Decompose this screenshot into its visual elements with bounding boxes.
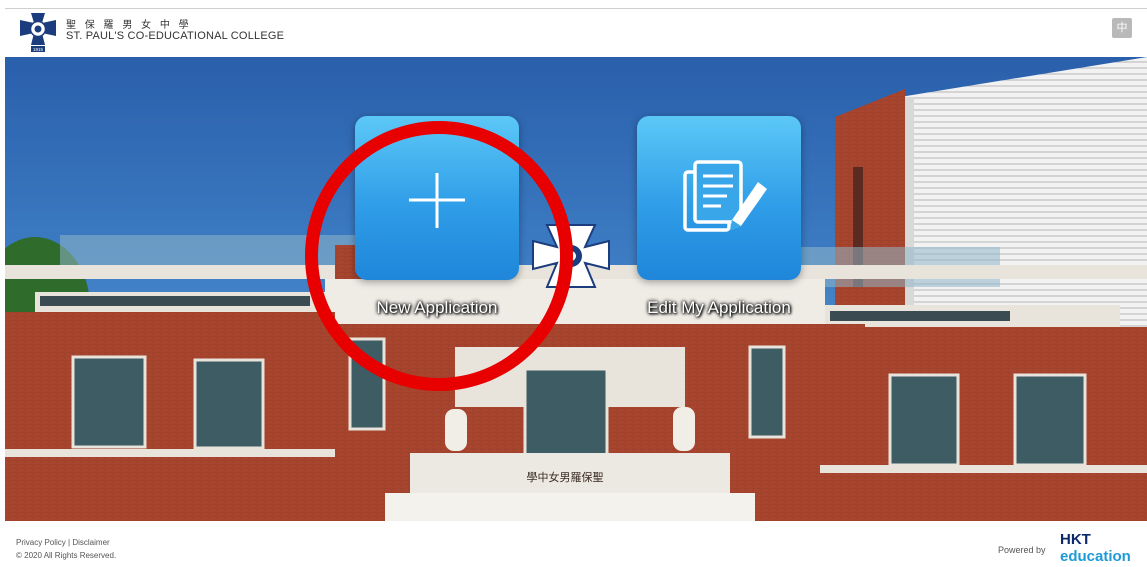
new-application-button[interactable] — [355, 116, 519, 280]
logo-year: 1915 — [33, 47, 44, 52]
school-name-en: ST. PAUL'S CO-EDUCATIONAL COLLEGE — [66, 30, 285, 42]
language-toggle-button[interactable]: 中 — [1112, 18, 1132, 38]
powered-by-text: Powered by — [998, 545, 1046, 555]
document-edit-icon — [683, 160, 767, 232]
brand-top: HKT — [1060, 531, 1091, 548]
plus-icon — [409, 173, 465, 228]
edit-application-label[interactable]: Edit My Application — [609, 298, 829, 318]
brand-bottom: education — [1060, 548, 1131, 564]
hero-banner: 學中女男羅保聖 New Application Edit My Applicat… — [5, 57, 1147, 521]
new-application-label[interactable]: New Application — [327, 298, 547, 318]
school-logo[interactable]: 1915 — [18, 11, 58, 53]
privacy-policy-link[interactable]: Privacy Policy — [16, 538, 66, 547]
building-sign: 學中女男羅保聖 — [527, 470, 604, 484]
disclaimer-link[interactable]: Disclaimer — [72, 538, 109, 547]
footer-links: Privacy Policy | Disclaimer © 2020 All R… — [16, 536, 116, 562]
campus-background: 學中女男羅保聖 — [5, 57, 1147, 521]
school-name: 聖 保 羅 男 女 中 學 ST. PAUL'S CO-EDUCATIONAL … — [66, 20, 284, 42]
edit-application-button[interactable] — [637, 116, 801, 280]
hkt-education-logo[interactable]: HKT education — [1060, 530, 1134, 564]
header: 1915 聖 保 羅 男 女 中 學 ST. PAUL'S CO-EDUCATI… — [0, 0, 1147, 57]
footer-separator: | — [68, 538, 71, 547]
copyright-text: © 2020 All Rights Reserved. — [16, 551, 117, 560]
